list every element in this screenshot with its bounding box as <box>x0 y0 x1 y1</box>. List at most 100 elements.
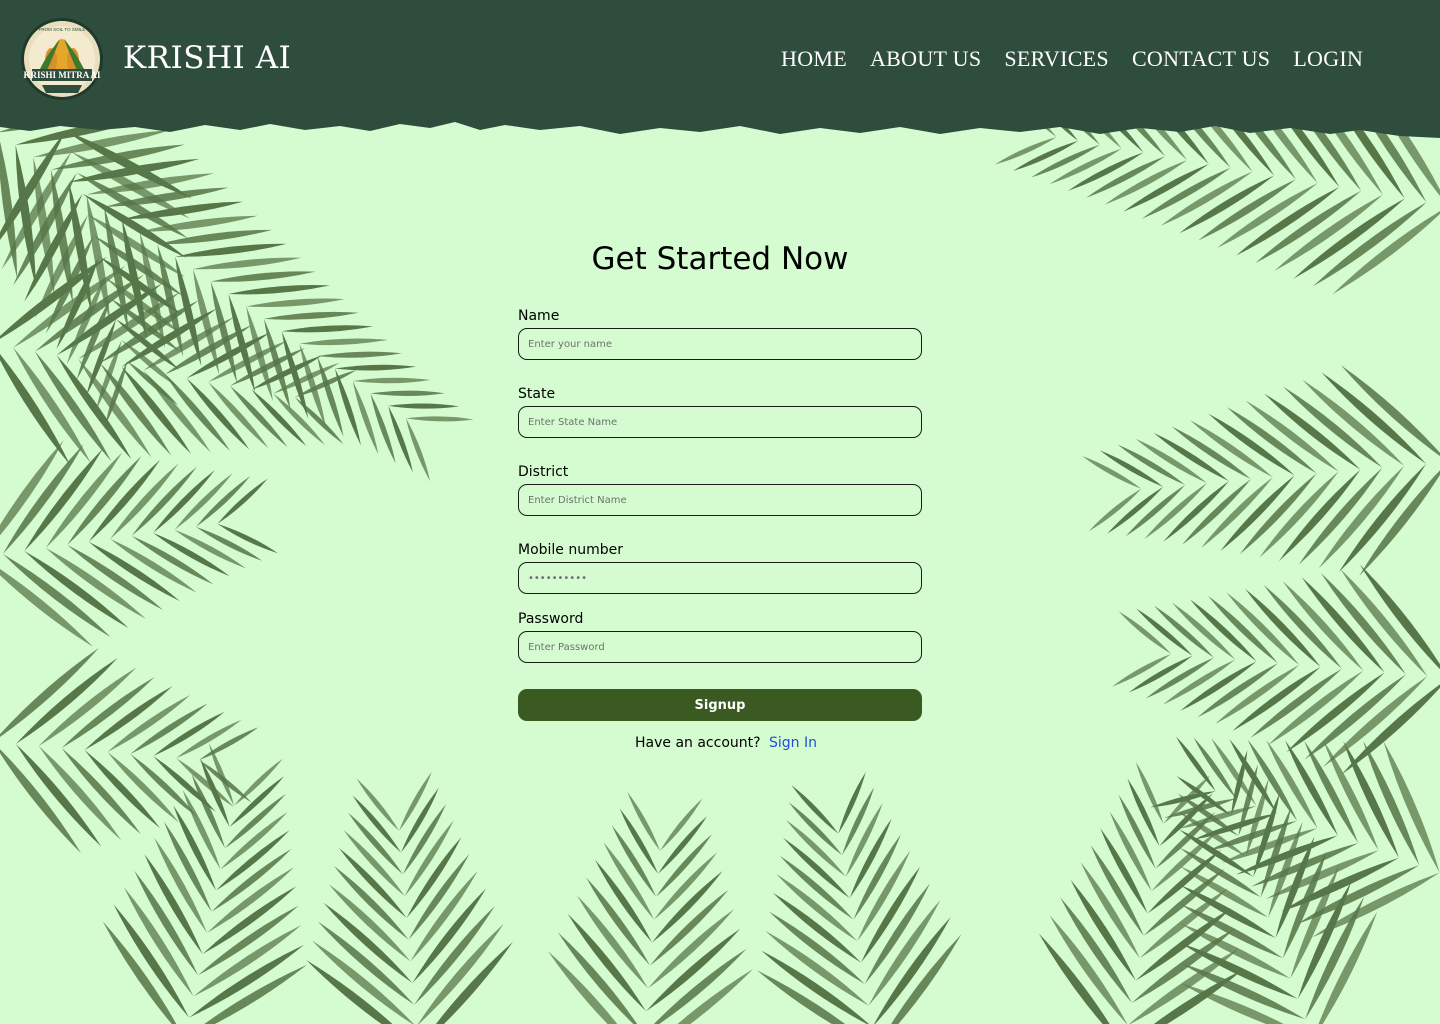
palm-leaflet <box>1278 469 1361 562</box>
nav-home[interactable]: HOME <box>781 46 847 72</box>
district-field[interactable] <box>518 484 922 516</box>
state-field[interactable] <box>518 406 922 438</box>
palm-leaflet <box>175 243 287 257</box>
palm-leaflet <box>1263 584 1342 669</box>
logo-main-text: KRISHI MITRA AI <box>23 70 101 80</box>
palm-leaflet <box>1082 456 1142 489</box>
palm-frond <box>1112 564 1440 775</box>
district-label: District <box>518 464 569 480</box>
palm-frond <box>0 100 474 482</box>
logo-top-text: FROM SOIL TO SMILE <box>39 27 86 32</box>
password-field[interactable] <box>518 631 922 663</box>
palm-leaflet <box>1293 198 1405 279</box>
palm-leaflet <box>1236 186 1340 256</box>
palm-leaflet <box>1283 386 1383 468</box>
password-label: Password <box>518 611 584 627</box>
palm-leaflet <box>1318 911 1378 1024</box>
mobile-group: Mobile number <box>518 542 922 594</box>
palm-leaflet <box>399 771 432 831</box>
palm-leaflet <box>874 917 951 1024</box>
main-nav: HOME ABOUT US SERVICES CONTACT US LOGIN <box>781 46 1363 72</box>
palm-leaflet <box>189 944 305 1018</box>
palm-leaflet <box>294 369 357 398</box>
palm-leaflet <box>328 884 411 962</box>
palm-leaflet <box>1012 140 1079 171</box>
palm-leaflet <box>45 547 146 619</box>
palm-leaflet <box>228 284 330 295</box>
palm-leaflet <box>15 657 118 745</box>
palm-leaflet <box>210 271 316 282</box>
palm-leaflet <box>1031 144 1100 178</box>
palm-leaflet <box>2 444 84 554</box>
palm-leaflet <box>1127 778 1160 847</box>
password-group: Password <box>518 611 922 663</box>
palm-frond <box>1082 365 1440 576</box>
palm-leaflet <box>334 364 417 371</box>
palm-leaflet <box>405 418 431 482</box>
palm-leaflet <box>1359 564 1440 670</box>
palm-leaflet <box>838 771 866 834</box>
site-header: KRISHI MITRA AI FROM SOIL TO SMILE KRISH… <box>0 0 1440 140</box>
palm-leaflet <box>1286 672 1385 753</box>
palm-leaflet <box>1250 668 1342 738</box>
krishi-mitra-logo[interactable]: KRISHI MITRA AI FROM SOIL TO SMILE <box>20 17 104 101</box>
palm-leaflet <box>1239 473 1317 555</box>
mobile-field[interactable] <box>518 562 922 594</box>
palm-frond <box>0 647 259 854</box>
palm-frond <box>757 771 962 1024</box>
palm-leaflet <box>842 787 875 856</box>
brand-name[interactable]: KRISHI AI <box>123 40 291 76</box>
palm-leaflet <box>1255 190 1362 264</box>
palm-leaflet <box>769 911 865 985</box>
palm-leaflet <box>38 746 122 841</box>
palm-frond <box>0 439 279 647</box>
palm-leaflet <box>627 791 661 851</box>
signin-link[interactable]: Sign In <box>769 735 817 751</box>
have-account-text: Have an account? <box>634 735 761 751</box>
palm-leaflet <box>765 930 869 1006</box>
palm-leaflet <box>1268 670 1364 745</box>
palm-leaflet <box>1264 393 1361 470</box>
palm-leaflet <box>13 347 91 464</box>
palm-leaflet <box>388 405 413 473</box>
palm-leaflet <box>263 311 359 320</box>
palm-leaflet <box>1274 194 1383 271</box>
district-group: District <box>518 464 922 516</box>
palm-leaflet <box>405 416 474 422</box>
name-field[interactable] <box>518 328 922 360</box>
palm-leaflet <box>317 351 402 358</box>
nav-login[interactable]: LOGIN <box>1293 46 1363 72</box>
palm-leaflet <box>24 448 104 551</box>
palm-leaflet <box>994 137 1057 165</box>
palm-frond <box>306 771 513 1024</box>
palm-leaflet <box>217 523 279 554</box>
palm-leaflet <box>646 928 741 1012</box>
palm-leaflet <box>414 905 495 1005</box>
palm-leaflet <box>67 456 142 545</box>
nav-contact-us[interactable]: CONTACT US <box>1132 46 1270 72</box>
palm-leaflet <box>199 727 259 761</box>
palm-leaflet <box>370 393 396 464</box>
palm-leaflet <box>192 257 302 270</box>
palm-leaflet <box>1245 588 1321 667</box>
palm-leaflet <box>352 377 431 384</box>
palm-leaflet <box>323 902 413 984</box>
palm-leaflet <box>370 390 445 396</box>
palm-leaflet <box>1282 581 1364 671</box>
palm-leaflet <box>352 380 379 455</box>
nav-services[interactable]: SERVICES <box>1004 46 1109 72</box>
palm-leaflet <box>193 925 302 997</box>
nav-about-us[interactable]: ABOUT US <box>870 46 981 72</box>
submit-group: Signup Have an account? Sign In <box>518 689 922 751</box>
palm-leaflet <box>0 749 81 854</box>
palm-leaflet <box>1135 762 1164 824</box>
mobile-label: Mobile number <box>518 542 624 558</box>
signup-button[interactable]: Signup <box>518 689 922 721</box>
palm-leaflet <box>204 964 307 1024</box>
palm-leaflet <box>1259 471 1339 558</box>
palm-leaflet <box>1298 467 1383 565</box>
palm-leaflet <box>113 904 190 1018</box>
palm-leaflet <box>1301 577 1385 673</box>
palm-leaflet <box>281 325 374 333</box>
palm-leaflet <box>45 452 123 548</box>
